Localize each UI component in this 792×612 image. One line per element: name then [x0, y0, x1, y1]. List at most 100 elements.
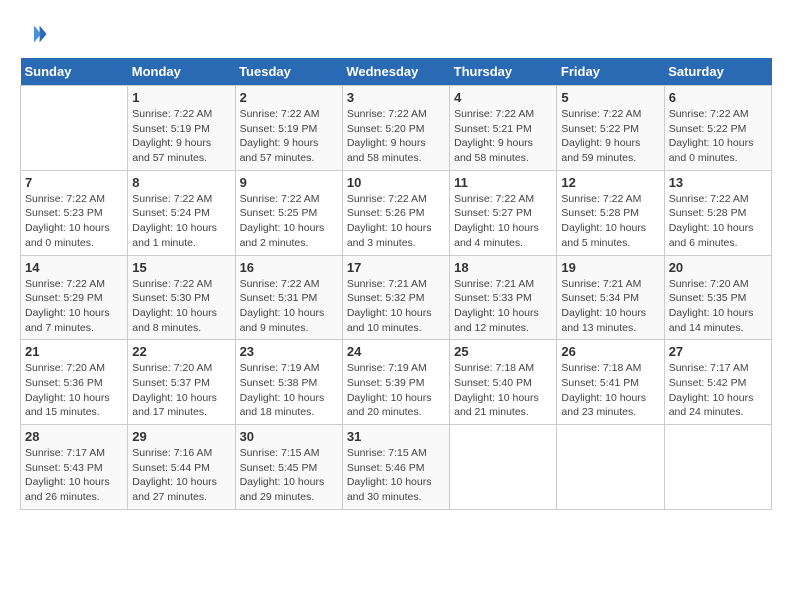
calendar-cell: 17 Sunrise: 7:21 AM Sunset: 5:32 PM Dayli…: [342, 255, 449, 340]
calendar-cell: 1 Sunrise: 7:22 AM Sunset: 5:19 PM Daylig…: [128, 86, 235, 171]
day-number: 21: [25, 344, 123, 359]
day-info: Sunrise: 7:22 AM Sunset: 5:23 PM Dayligh…: [25, 192, 123, 251]
week-row-5: 28 Sunrise: 7:17 AM Sunset: 5:43 PM Dayli…: [21, 425, 772, 510]
weekday-header-wednesday: Wednesday: [342, 58, 449, 86]
day-number: 22: [132, 344, 230, 359]
day-number: 9: [240, 175, 338, 190]
day-info: Sunrise: 7:19 AM Sunset: 5:38 PM Dayligh…: [240, 361, 338, 420]
day-info: Sunrise: 7:22 AM Sunset: 5:28 PM Dayligh…: [669, 192, 767, 251]
day-number: 16: [240, 260, 338, 275]
day-info: Sunrise: 7:21 AM Sunset: 5:34 PM Dayligh…: [561, 277, 659, 336]
day-number: 27: [669, 344, 767, 359]
weekday-header-tuesday: Tuesday: [235, 58, 342, 86]
calendar-cell: 14Sunrise: 7:22 AM Sunset: 5:29 PM Dayli…: [21, 255, 128, 340]
page-header: [20, 20, 772, 48]
day-number: 20: [669, 260, 767, 275]
calendar-cell: 11 Sunrise: 7:22 AM Sunset: 5:27 PM Dayli…: [450, 170, 557, 255]
week-row-1: 1 Sunrise: 7:22 AM Sunset: 5:19 PM Daylig…: [21, 86, 772, 171]
day-number: 3: [347, 90, 445, 105]
calendar-cell: 29Sunrise: 7:16 AM Sunset: 5:44 PM Dayli…: [128, 425, 235, 510]
day-info: Sunrise: 7:22 AM Sunset: 5:19 PM Dayligh…: [240, 107, 338, 166]
day-info: Sunrise: 7:22 AM Sunset: 5:21 PM Dayligh…: [454, 107, 552, 166]
calendar-cell: 25Sunrise: 7:18 AM Sunset: 5:40 PM Dayli…: [450, 340, 557, 425]
day-info: Sunrise: 7:22 AM Sunset: 5:22 PM Dayligh…: [561, 107, 659, 166]
day-number: 24: [347, 344, 445, 359]
calendar-cell: [21, 86, 128, 171]
day-number: 19: [561, 260, 659, 275]
day-info: Sunrise: 7:17 AM Sunset: 5:42 PM Dayligh…: [669, 361, 767, 420]
day-number: 17: [347, 260, 445, 275]
day-number: 26: [561, 344, 659, 359]
weekday-header-saturday: Saturday: [664, 58, 771, 86]
calendar-cell: 23 Sunrise: 7:19 AM Sunset: 5:38 PM Dayli…: [235, 340, 342, 425]
day-info: Sunrise: 7:22 AM Sunset: 5:29 PM Dayligh…: [25, 277, 123, 336]
calendar-cell: 31Sunrise: 7:15 AM Sunset: 5:46 PM Dayli…: [342, 425, 449, 510]
day-number: 11: [454, 175, 552, 190]
calendar-cell: 24 Sunrise: 7:19 AM Sunset: 5:39 PM Dayli…: [342, 340, 449, 425]
day-number: 7: [25, 175, 123, 190]
day-number: 28: [25, 429, 123, 444]
calendar-cell: 18 Sunrise: 7:21 AM Sunset: 5:33 PM Dayli…: [450, 255, 557, 340]
calendar-cell: 20 Sunrise: 7:20 AM Sunset: 5:35 PM Dayli…: [664, 255, 771, 340]
day-number: 8: [132, 175, 230, 190]
calendar-cell: 19 Sunrise: 7:21 AM Sunset: 5:34 PM Dayli…: [557, 255, 664, 340]
day-info: Sunrise: 7:20 AM Sunset: 5:36 PM Dayligh…: [25, 361, 123, 420]
calendar-cell: 2 Sunrise: 7:22 AM Sunset: 5:19 PM Daylig…: [235, 86, 342, 171]
weekday-header-thursday: Thursday: [450, 58, 557, 86]
logo-icon: [20, 20, 48, 48]
day-number: 2: [240, 90, 338, 105]
day-number: 30: [240, 429, 338, 444]
day-number: 31: [347, 429, 445, 444]
day-info: Sunrise: 7:18 AM Sunset: 5:40 PM Dayligh…: [454, 361, 552, 420]
calendar-cell: 26 Sunrise: 7:18 AM Sunset: 5:41 PM Dayli…: [557, 340, 664, 425]
day-info: Sunrise: 7:22 AM Sunset: 5:25 PM Dayligh…: [240, 192, 338, 251]
calendar-cell: 6Sunrise: 7:22 AM Sunset: 5:22 PM Daylig…: [664, 86, 771, 171]
logo: [20, 20, 52, 48]
day-number: 12: [561, 175, 659, 190]
calendar-cell: 21 Sunrise: 7:20 AM Sunset: 5:36 PM Dayli…: [21, 340, 128, 425]
day-number: 1: [132, 90, 230, 105]
calendar-cell: 27 Sunrise: 7:17 AM Sunset: 5:42 PM Dayli…: [664, 340, 771, 425]
day-info: Sunrise: 7:22 AM Sunset: 5:27 PM Dayligh…: [454, 192, 552, 251]
calendar-cell: 15 Sunrise: 7:22 AM Sunset: 5:30 PM Dayli…: [128, 255, 235, 340]
day-number: 15: [132, 260, 230, 275]
calendar-cell: 3 Sunrise: 7:22 AM Sunset: 5:20 PM Daylig…: [342, 86, 449, 171]
day-info: Sunrise: 7:17 AM Sunset: 5:43 PM Dayligh…: [25, 446, 123, 505]
day-number: 23: [240, 344, 338, 359]
weekday-header-monday: Monday: [128, 58, 235, 86]
calendar-cell: 10 Sunrise: 7:22 AM Sunset: 5:26 PM Dayli…: [342, 170, 449, 255]
calendar-cell: 12 Sunrise: 7:22 AM Sunset: 5:28 PM Dayli…: [557, 170, 664, 255]
day-info: Sunrise: 7:20 AM Sunset: 5:35 PM Dayligh…: [669, 277, 767, 336]
weekday-header-sunday: Sunday: [21, 58, 128, 86]
day-info: Sunrise: 7:21 AM Sunset: 5:33 PM Dayligh…: [454, 277, 552, 336]
calendar-cell: 16 Sunrise: 7:22 AM Sunset: 5:31 PM Dayli…: [235, 255, 342, 340]
day-info: Sunrise: 7:16 AM Sunset: 5:44 PM Dayligh…: [132, 446, 230, 505]
day-info: Sunrise: 7:21 AM Sunset: 5:32 PM Dayligh…: [347, 277, 445, 336]
day-info: Sunrise: 7:22 AM Sunset: 5:31 PM Dayligh…: [240, 277, 338, 336]
calendar-cell: 7 Sunrise: 7:22 AM Sunset: 5:23 PM Daylig…: [21, 170, 128, 255]
calendar-cell: 9 Sunrise: 7:22 AM Sunset: 5:25 PM Daylig…: [235, 170, 342, 255]
day-info: Sunrise: 7:19 AM Sunset: 5:39 PM Dayligh…: [347, 361, 445, 420]
calendar-cell: [557, 425, 664, 510]
day-number: 4: [454, 90, 552, 105]
calendar-cell: 5Sunrise: 7:22 AM Sunset: 5:22 PM Daylig…: [557, 86, 664, 171]
day-number: 10: [347, 175, 445, 190]
day-number: 18: [454, 260, 552, 275]
calendar-cell: [450, 425, 557, 510]
calendar-cell: 28 Sunrise: 7:17 AM Sunset: 5:43 PM Dayli…: [21, 425, 128, 510]
calendar-cell: 4 Sunrise: 7:22 AM Sunset: 5:21 PM Daylig…: [450, 86, 557, 171]
day-info: Sunrise: 7:15 AM Sunset: 5:45 PM Dayligh…: [240, 446, 338, 505]
day-info: Sunrise: 7:22 AM Sunset: 5:24 PM Dayligh…: [132, 192, 230, 251]
day-info: Sunrise: 7:22 AM Sunset: 5:26 PM Dayligh…: [347, 192, 445, 251]
day-info: Sunrise: 7:22 AM Sunset: 5:20 PM Dayligh…: [347, 107, 445, 166]
week-row-4: 21 Sunrise: 7:20 AM Sunset: 5:36 PM Dayli…: [21, 340, 772, 425]
day-number: 13: [669, 175, 767, 190]
day-number: 6: [669, 90, 767, 105]
day-info: Sunrise: 7:22 AM Sunset: 5:19 PM Dayligh…: [132, 107, 230, 166]
weekday-header-friday: Friday: [557, 58, 664, 86]
day-info: Sunrise: 7:22 AM Sunset: 5:28 PM Dayligh…: [561, 192, 659, 251]
week-row-2: 7 Sunrise: 7:22 AM Sunset: 5:23 PM Daylig…: [21, 170, 772, 255]
day-info: Sunrise: 7:20 AM Sunset: 5:37 PM Dayligh…: [132, 361, 230, 420]
day-info: Sunrise: 7:22 AM Sunset: 5:30 PM Dayligh…: [132, 277, 230, 336]
day-info: Sunrise: 7:18 AM Sunset: 5:41 PM Dayligh…: [561, 361, 659, 420]
